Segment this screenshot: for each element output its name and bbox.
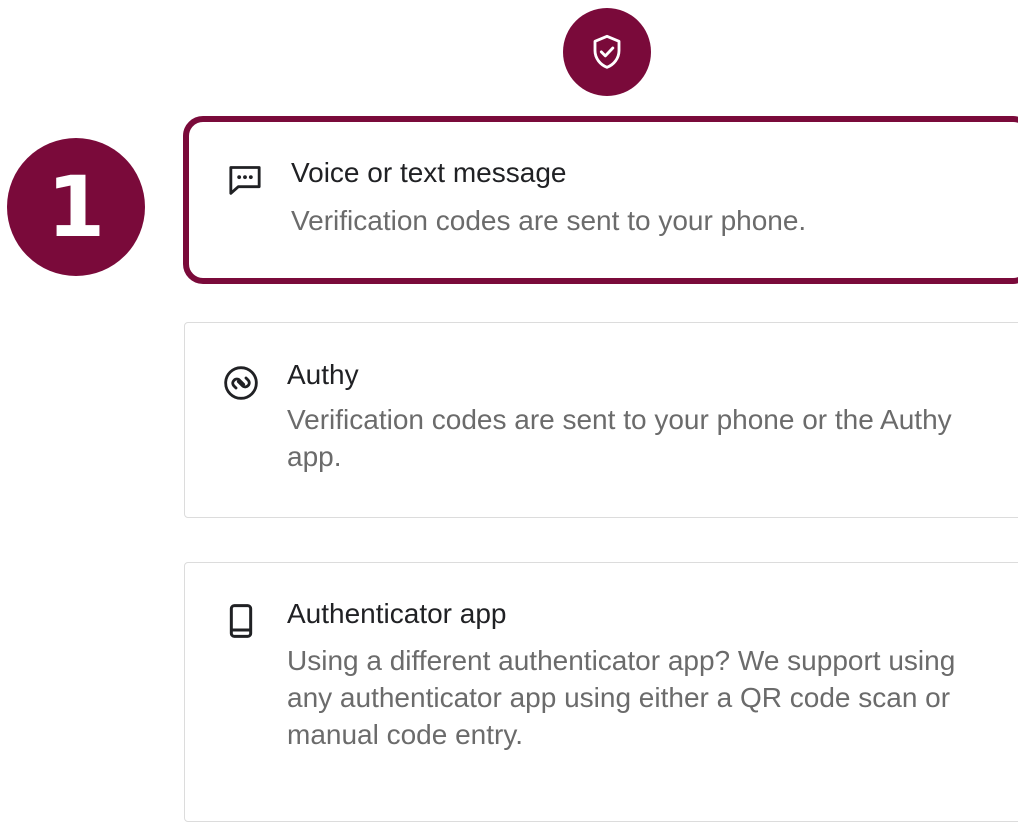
option-description: Using a different authenticator app? We … — [287, 645, 956, 750]
option-voice-or-text-message[interactable]: Voice or text message Verification codes… — [183, 116, 1018, 284]
option-title: Authy — [287, 359, 359, 390]
message-icon — [225, 160, 265, 200]
option-title: Authenticator app — [287, 598, 507, 629]
option-authy[interactable]: Authy Verification codes are sent to you… — [184, 322, 1018, 518]
option-authenticator-app[interactable]: Authenticator app Using a different auth… — [184, 562, 1018, 822]
shield-check-icon — [593, 34, 621, 69]
option-description: Verification codes are sent to your phon… — [291, 205, 807, 236]
option-title: Voice or text message — [291, 157, 567, 188]
step-number-badge: 1 — [7, 138, 145, 276]
authy-icon — [221, 363, 261, 403]
step-number: 1 — [46, 158, 106, 256]
phone-icon — [221, 601, 261, 641]
option-description: Verification codes are sent to your phon… — [287, 404, 952, 472]
shield-badge — [563, 8, 651, 96]
